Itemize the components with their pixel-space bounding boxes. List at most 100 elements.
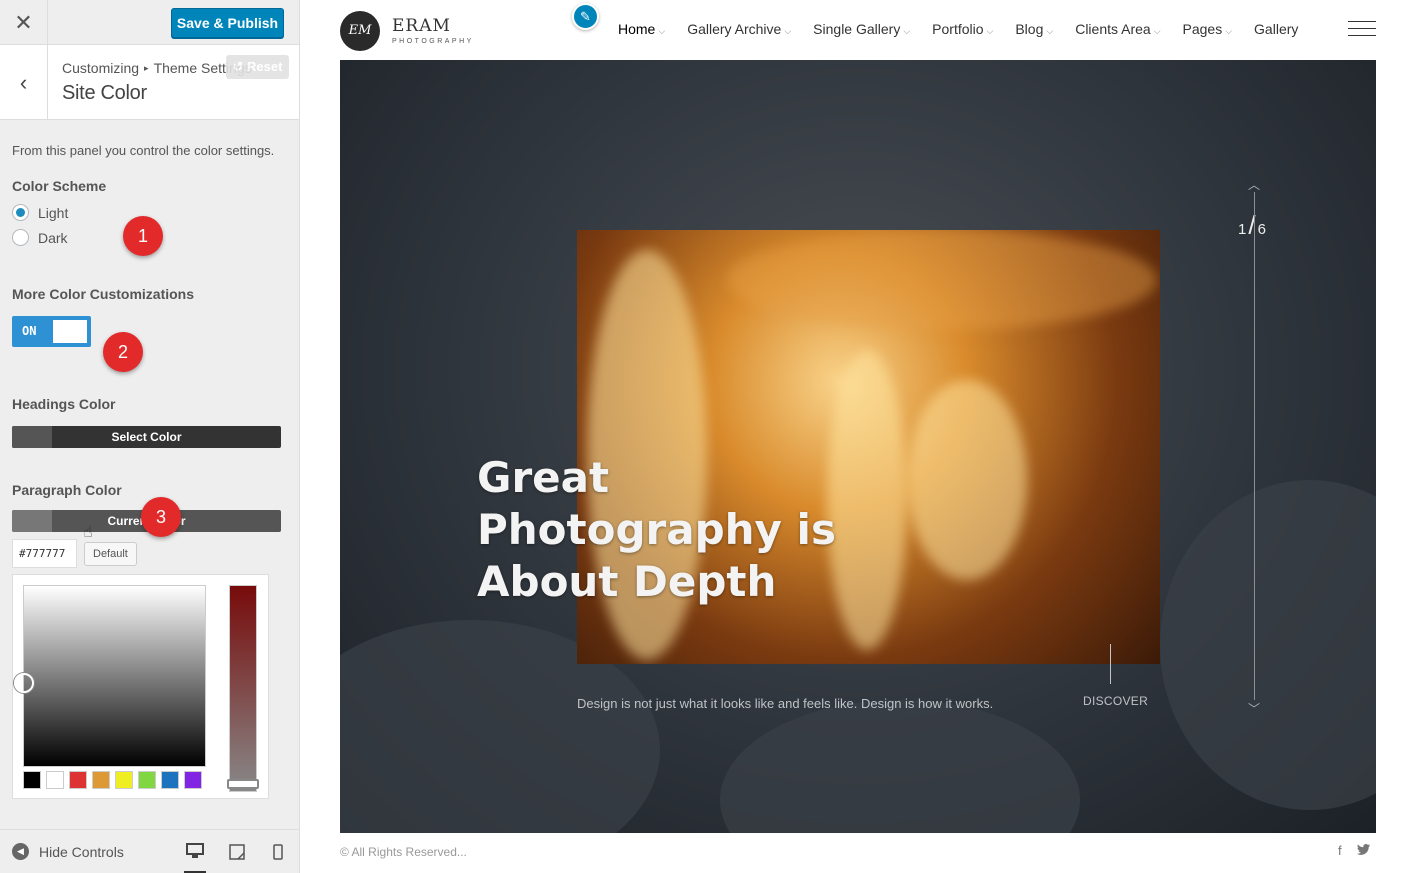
nav-blog-label: Blog	[1015, 21, 1044, 37]
slide-current: 1	[1238, 221, 1247, 238]
chevron-down-icon: ⌵	[986, 26, 994, 36]
default-color-button[interactable]: Default	[84, 541, 137, 566]
nav-item-home[interactable]: Home ⌵	[618, 21, 665, 37]
customizer-top-bar: ✕ Save & Publish	[0, 0, 299, 45]
radio-dark-label: Dark	[38, 229, 68, 246]
section-header: ‹ Customizing ▸ Theme Settings Site Color …	[0, 45, 299, 120]
hide-controls-label: Hide Controls	[39, 843, 124, 860]
palette-swatch-orange[interactable]	[92, 771, 110, 789]
nav-item-blog[interactable]: Blog ⌵	[1015, 21, 1053, 37]
slider-track-line	[1254, 192, 1255, 700]
nav-portfolio-label: Portfolio	[932, 21, 984, 37]
photo-light	[907, 380, 1027, 580]
palette-swatch-purple[interactable]	[184, 771, 202, 789]
section-title: Site Color	[62, 82, 147, 104]
photo-canopy	[727, 230, 1157, 330]
nav-item-pages[interactable]: Pages ⌵	[1183, 21, 1233, 37]
customizer-footer: ◀ Hide Controls	[0, 829, 299, 873]
color-scheme-label: Color Scheme	[12, 178, 107, 194]
slide-counter: 1/6	[1238, 210, 1266, 241]
toggle-knob	[53, 320, 87, 343]
discover-line	[1110, 644, 1111, 684]
palette-swatch-black[interactable]	[23, 771, 41, 789]
site-logo-name[interactable]: ERAM	[392, 16, 451, 36]
headings-select-color-label: Select Color	[111, 430, 182, 444]
site-logo-tagline: PHOTOGRAPHY	[392, 38, 474, 45]
more-customizations-label: More Color Customizations	[12, 286, 195, 302]
nav-clients-area-label: Clients Area	[1075, 21, 1151, 37]
palette-swatch-white[interactable]	[46, 771, 64, 789]
radio-light-button[interactable]	[12, 204, 29, 221]
nav-item-gallery[interactable]: Gallery	[1254, 21, 1298, 37]
hero-headline-line-3: About Depth	[477, 557, 777, 606]
hero-headline: Great Photography is About Depth	[477, 452, 897, 608]
palette-swatch-green[interactable]	[138, 771, 156, 789]
toggle-on-label: ON	[22, 324, 37, 338]
hero-description: Design is not just what it looks like an…	[577, 696, 994, 711]
mobile-icon[interactable]	[267, 841, 289, 863]
site-footer-copyright: © All Rights Reserved...	[340, 845, 467, 859]
mouse-cursor-icon: ☝	[83, 524, 93, 541]
color-picker	[12, 574, 269, 799]
chevron-down-icon: ⌵	[1046, 26, 1054, 36]
chevron-down-icon: ⌵	[903, 26, 911, 36]
headings-select-color-button[interactable]: Select Color	[12, 426, 281, 448]
saturation-value-square[interactable]	[14, 585, 206, 767]
breadcrumb-separator: ▸	[144, 63, 149, 73]
step-badge-3: 3	[141, 497, 181, 537]
palette-swatch-yellow[interactable]	[115, 771, 133, 789]
reset-button[interactable]: ↺ Reset	[226, 55, 289, 79]
hide-controls-button[interactable]: ◀ Hide Controls	[12, 843, 124, 860]
site-logo-mark[interactable]: EM	[340, 11, 380, 51]
main-navigation: Home ⌵ Gallery Archive ⌵ Single Gallery ⌵ P…	[618, 21, 1298, 37]
headings-color-label: Headings Color	[12, 396, 116, 412]
twitter-icon[interactable]	[1357, 843, 1370, 858]
hero-headline-line-2: Photography is	[477, 505, 836, 554]
nav-item-clients-area[interactable]: Clients Area ⌵	[1075, 21, 1160, 37]
chevron-up-icon[interactable]: ︿	[1248, 176, 1260, 193]
step-badge-1: 1	[123, 216, 163, 256]
radio-light-label: Light	[38, 204, 69, 221]
hue-slider[interactable]	[227, 585, 259, 792]
nav-item-portfolio[interactable]: Portfolio ⌵	[932, 21, 993, 37]
nav-pages-label: Pages	[1182, 21, 1223, 37]
nav-item-single-gallery[interactable]: Single Gallery ⌵	[813, 21, 910, 37]
save-publish-button[interactable]: Save & Publish	[171, 8, 284, 38]
panel-description: From this panel you control the color se…	[12, 143, 275, 158]
slide-total: 6	[1257, 221, 1266, 238]
paragraph-color-swatch	[12, 510, 52, 532]
customizer-sidebar: ✕ Save & Publish ‹ Customizing ▸ Theme Set…	[0, 0, 300, 873]
nav-single-gallery-label: Single Gallery	[813, 21, 901, 37]
breadcrumb: Customizing ▸ Theme Settings	[62, 60, 252, 76]
tablet-icon[interactable]	[226, 841, 248, 863]
paragraph-color-label: Paragraph Color	[12, 482, 122, 498]
background-rock	[1160, 480, 1376, 810]
more-customizations-toggle[interactable]: ON	[12, 316, 91, 347]
hero-slider: Great Photography is About Depth Design …	[340, 60, 1376, 833]
nav-item-gallery-archive[interactable]: Gallery Archive ⌵	[687, 21, 791, 37]
desktop-icon[interactable]	[184, 841, 206, 873]
site-preview: EM ERAM PHOTOGRAPHY ✎ Home ⌵ Gallery Arch…	[300, 0, 1416, 873]
radio-dark-button[interactable]	[12, 229, 29, 246]
nav-gallery-label: Gallery	[1254, 21, 1299, 37]
reset-label: Reset	[247, 59, 283, 74]
hue-slider-handle[interactable]	[227, 779, 259, 789]
palette-swatch-blue[interactable]	[161, 771, 179, 789]
chevron-down-icon: ⌵	[1225, 26, 1233, 36]
close-icon[interactable]: ✕	[0, 0, 48, 45]
edit-pencil-icon[interactable]: ✎	[572, 3, 599, 30]
palette-swatch-red[interactable]	[69, 771, 87, 789]
hero-headline-line-1: Great	[477, 453, 610, 502]
hamburger-menu-icon[interactable]	[1348, 21, 1376, 38]
chevron-down-icon[interactable]: ﹀	[1248, 700, 1260, 717]
facebook-icon[interactable]: f	[1338, 843, 1342, 858]
discover-link[interactable]: DISCOVER	[1083, 694, 1148, 708]
chevron-down-icon: ⌵	[658, 26, 666, 36]
nav-gallery-archive-label: Gallery Archive	[687, 21, 782, 37]
back-arrow-icon[interactable]: ‹	[0, 45, 48, 120]
nav-home-label: Home	[618, 21, 656, 37]
chevron-down-icon: ⌵	[1153, 26, 1161, 36]
hex-row: Default	[12, 539, 288, 568]
saturation-handle[interactable]	[14, 673, 34, 693]
hex-color-input[interactable]	[12, 539, 77, 568]
